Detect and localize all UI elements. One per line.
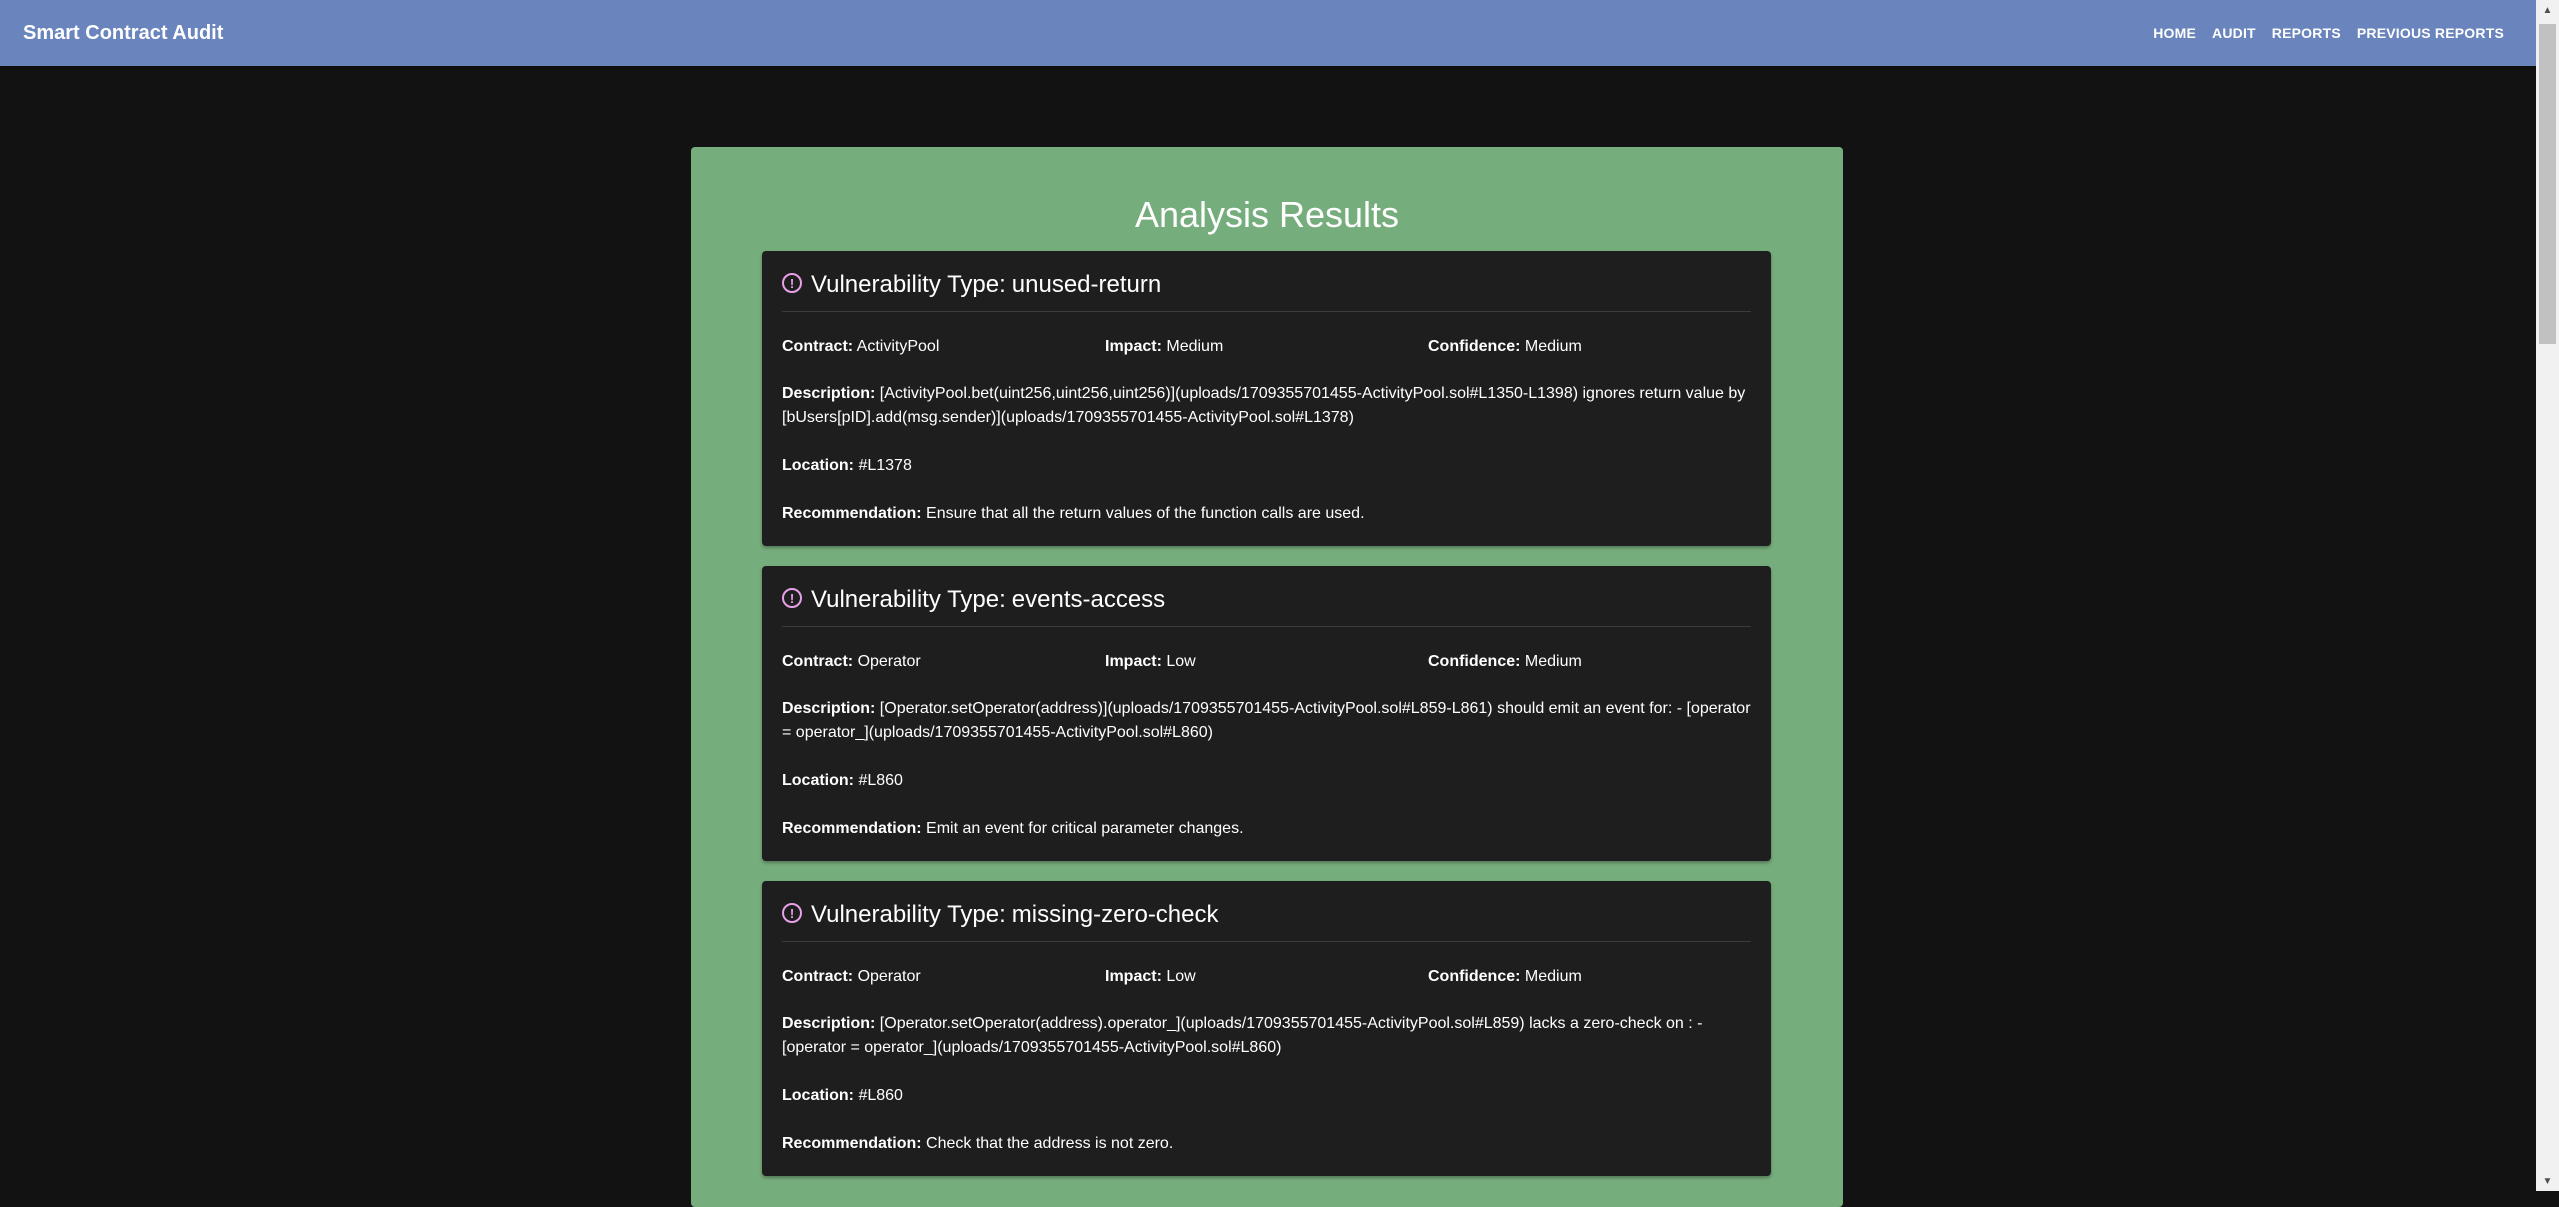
vulnerability-title: ! Vulnerability Type: unused-return <box>782 271 1751 312</box>
location-value: #L860 <box>858 1087 903 1104</box>
scroll-up-arrow-icon[interactable]: ▲ <box>2536 0 2559 20</box>
scroll-down-arrow-icon[interactable]: ▼ <box>2536 1171 2559 1191</box>
impact-value: Medium <box>1166 338 1224 355</box>
location-field: Location: #L860 <box>782 769 1751 793</box>
nav-previous-reports[interactable]: PREVIOUS REPORTS <box>2349 17 2512 49</box>
vulnerability-type-value: missing-zero-check <box>1011 901 1219 928</box>
vulnerability-meta: Contract: Operator Impact: Low Confidenc… <box>782 653 1751 671</box>
location-value: #L1378 <box>858 457 912 474</box>
alert-circle-icon: ! <box>782 903 802 923</box>
confidence-label: Confidence: <box>1428 338 1521 355</box>
vulnerability-type-label: Vulnerability Type: <box>811 901 1006 928</box>
recommendation-label: Recommendation: <box>782 820 922 837</box>
scrollbar-thumb[interactable] <box>2539 24 2556 344</box>
recommendation-label: Recommendation: <box>782 1135 922 1152</box>
contract-value: Operator <box>857 653 921 670</box>
contract-label: Contract: <box>782 653 854 670</box>
description-label: Description: <box>782 385 876 402</box>
recommendation-field: Recommendation: Ensure that all the retu… <box>782 502 1751 526</box>
vulnerability-meta: Contract: ActivityPool Impact: Medium Co… <box>782 338 1751 356</box>
description-value: [ActivityPool.bet(uint256,uint256,uint25… <box>782 385 1746 426</box>
location-label: Location: <box>782 1087 854 1104</box>
confidence-field: Confidence: Medium <box>1428 968 1751 986</box>
impact-field: Impact: Low <box>1105 968 1428 986</box>
nav-audit[interactable]: AUDIT <box>2204 17 2264 49</box>
confidence-value: Medium <box>1524 653 1582 670</box>
confidence-label: Confidence: <box>1428 653 1521 670</box>
vulnerability-card: ! Vulnerability Type: missing-zero-check… <box>762 881 1771 1176</box>
confidence-value: Medium <box>1524 338 1582 355</box>
impact-label: Impact: <box>1105 968 1162 985</box>
recommendation-value: Ensure that all the return values of the… <box>926 505 1365 522</box>
app-bar: Smart Contract Audit HOME AUDIT REPORTS … <box>0 0 2536 66</box>
description-field: Description: [Operator.setOperator(addre… <box>782 697 1751 745</box>
location-field: Location: #L1378 <box>782 454 1751 478</box>
contract-label: Contract: <box>782 968 854 985</box>
recommendation-value: Emit an event for critical parameter cha… <box>926 820 1244 837</box>
confidence-label: Confidence: <box>1428 968 1521 985</box>
location-field: Location: #L860 <box>782 1084 1751 1108</box>
description-label: Description: <box>782 1015 876 1032</box>
vulnerability-title: ! Vulnerability Type: missing-zero-check <box>782 901 1751 942</box>
impact-value: Low <box>1166 968 1196 985</box>
vulnerability-type-label: Vulnerability Type: <box>811 271 1006 298</box>
vulnerability-type-value: unused-return <box>1011 271 1162 298</box>
vulnerability-title: ! Vulnerability Type: events-access <box>782 586 1751 627</box>
impact-value: Low <box>1166 653 1196 670</box>
description-value: [Operator.setOperator(address)](uploads/… <box>782 700 1751 741</box>
analysis-results-panel: Analysis Results ! Vulnerability Type: u… <box>691 147 1843 1207</box>
recommendation-field: Recommendation: Check that the address i… <box>782 1132 1751 1156</box>
description-field: Description: [ActivityPool.bet(uint256,u… <box>782 382 1751 430</box>
recommendation-label: Recommendation: <box>782 505 922 522</box>
alert-circle-icon: ! <box>782 273 802 293</box>
vulnerability-type-label: Vulnerability Type: <box>811 586 1006 613</box>
location-label: Location: <box>782 772 854 789</box>
page-title: Analysis Results <box>1134 194 1400 235</box>
description-field: Description: [Operator.setOperator(addre… <box>782 1012 1751 1060</box>
vulnerability-meta: Contract: Operator Impact: Low Confidenc… <box>782 968 1751 986</box>
description-label: Description: <box>782 700 876 717</box>
contract-value: Operator <box>857 968 921 985</box>
impact-field: Impact: Medium <box>1105 338 1428 356</box>
contract-field: Contract: Operator <box>782 653 1105 671</box>
page-scrollbar[interactable]: ▲ ▼ <box>2536 0 2559 1191</box>
location-value: #L860 <box>858 772 903 789</box>
confidence-value: Medium <box>1524 968 1582 985</box>
vulnerability-card: ! Vulnerability Type: unused-return Cont… <box>762 251 1771 546</box>
vulnerability-type-value: events-access <box>1011 586 1166 613</box>
location-label: Location: <box>782 457 854 474</box>
app-title[interactable]: Smart Contract Audit <box>23 22 223 45</box>
alert-circle-icon: ! <box>782 588 802 608</box>
recommendation-field: Recommendation: Emit an event for critic… <box>782 817 1751 841</box>
confidence-field: Confidence: Medium <box>1428 653 1751 671</box>
impact-label: Impact: <box>1105 653 1162 670</box>
main-nav: HOME AUDIT REPORTS PREVIOUS REPORTS <box>2145 17 2512 49</box>
impact-label: Impact: <box>1105 338 1162 355</box>
nav-home[interactable]: HOME <box>2145 17 2204 49</box>
contract-value: ActivityPool <box>856 338 940 355</box>
recommendation-value: Check that the address is not zero. <box>926 1135 1174 1152</box>
contract-label: Contract: <box>782 338 854 355</box>
nav-reports[interactable]: REPORTS <box>2264 17 2349 49</box>
vulnerability-card: ! Vulnerability Type: events-access Cont… <box>762 566 1771 861</box>
impact-field: Impact: Low <box>1105 653 1428 671</box>
confidence-field: Confidence: Medium <box>1428 338 1751 356</box>
contract-field: Contract: ActivityPool <box>782 338 1105 356</box>
description-value: [Operator.setOperator(address).operator_… <box>782 1015 1703 1056</box>
contract-field: Contract: Operator <box>782 968 1105 986</box>
